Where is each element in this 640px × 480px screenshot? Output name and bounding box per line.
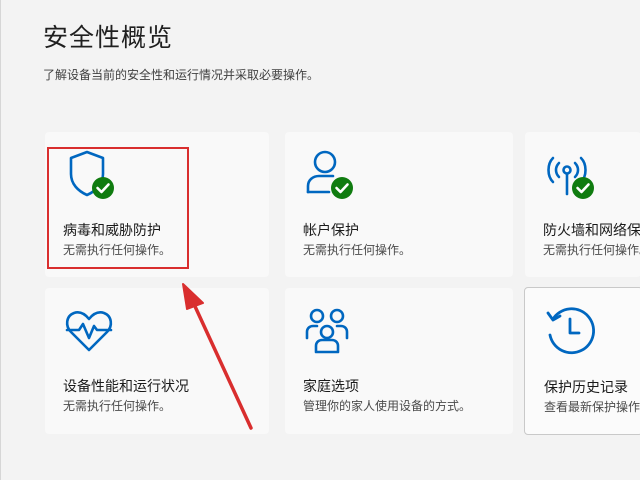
annotation-arrow-icon (182, 283, 253, 430)
window-content: 安全性概览 了解设备当前的安全性和运行情况并采取必要操作。 病毒和威胁防护 无需… (0, 0, 640, 480)
